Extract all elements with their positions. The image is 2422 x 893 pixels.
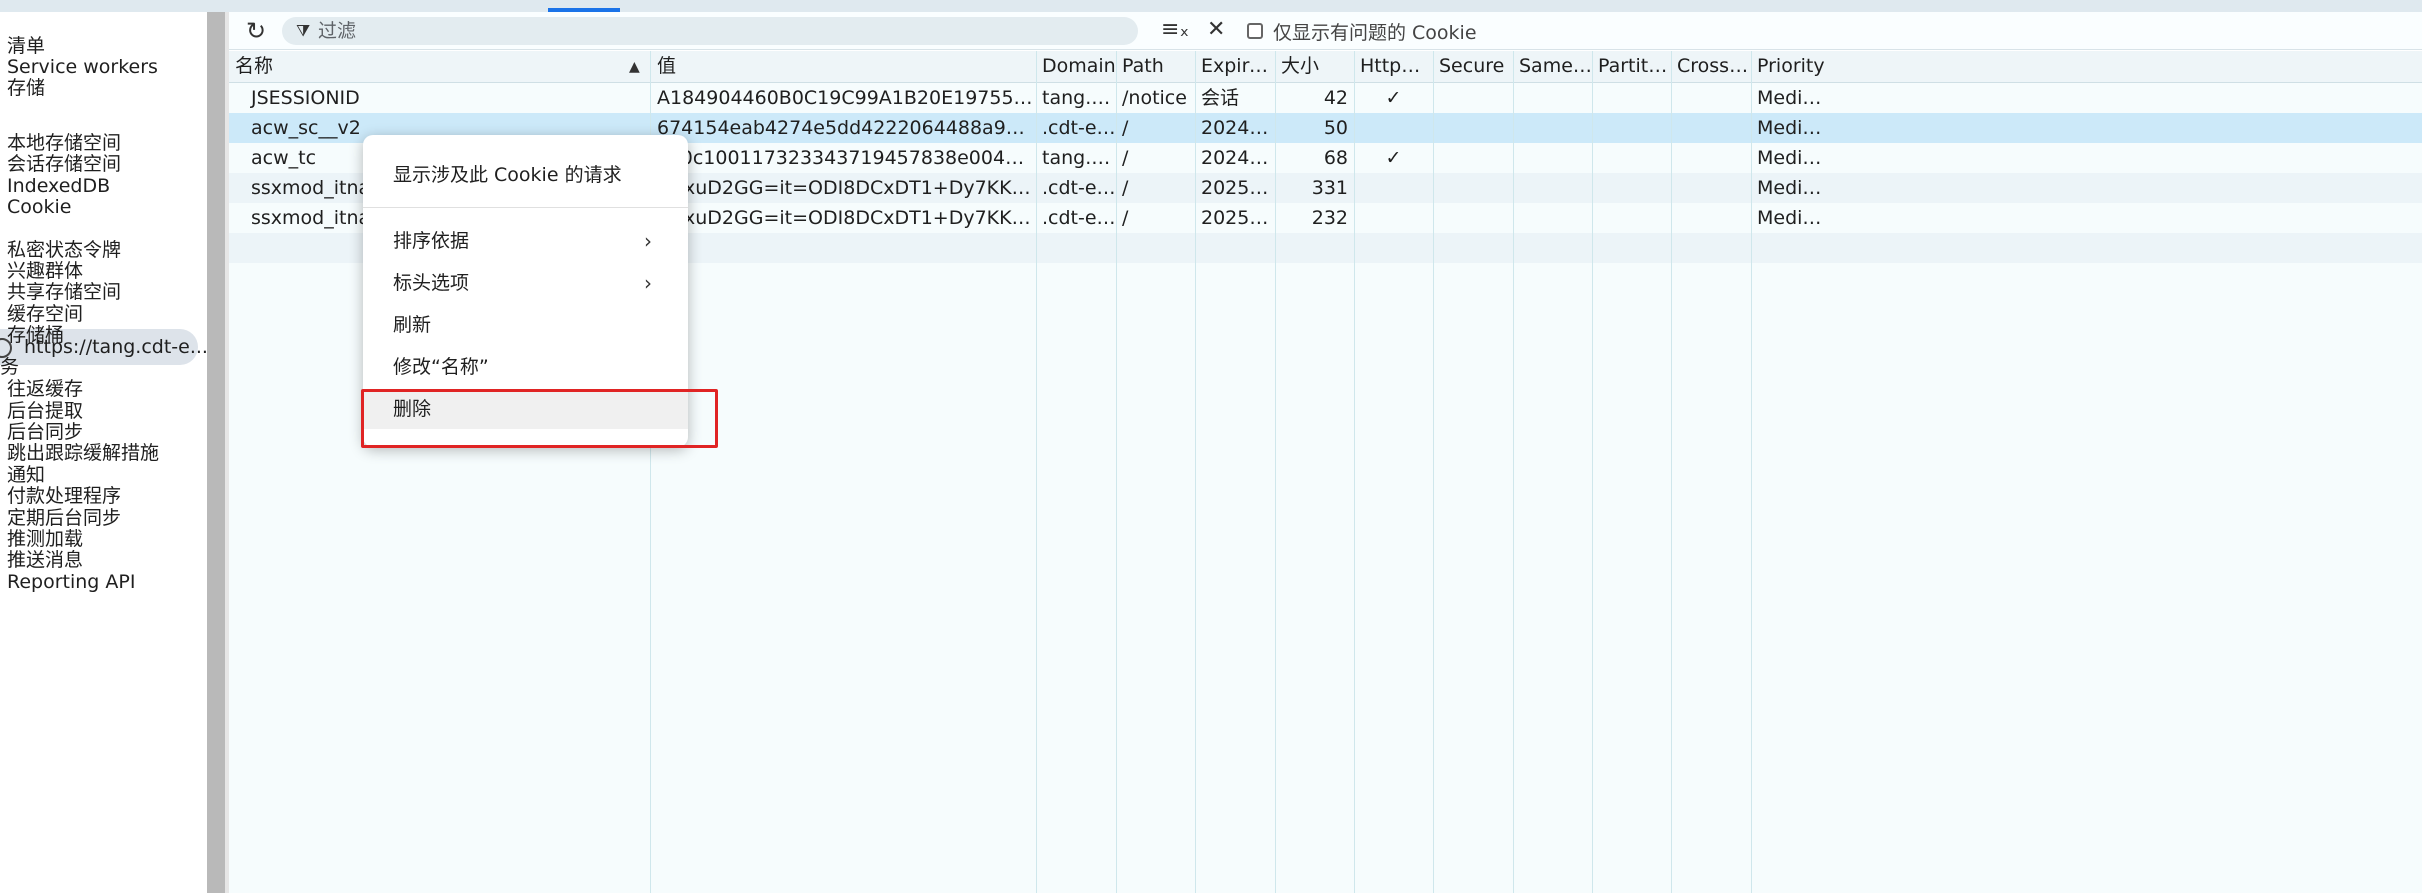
- menu-item-refresh[interactable]: 刷新: [363, 305, 688, 345]
- cell-size: 42: [1323, 87, 1348, 109]
- column-header-cross-site[interactable]: Cross Site: [1671, 51, 1751, 81]
- sidebar-item-reporting-api[interactable]: Reporting API: [7, 568, 135, 596]
- column-header-domain[interactable]: Domain: [1036, 51, 1116, 81]
- cell-priority: Medium: [1757, 117, 1831, 139]
- only-issues-label: 仅显示有问题的 Cookie: [1273, 21, 1477, 44]
- delete-highlight-box: [361, 389, 718, 448]
- cell-path: /: [1122, 147, 1129, 169]
- cell-httponly: ✓: [1385, 147, 1402, 169]
- cell-httponly: [1354, 203, 1433, 233]
- cell-path: /: [1122, 117, 1129, 139]
- cell-httponly: [1354, 173, 1433, 203]
- filter-input[interactable]: [318, 19, 1118, 43]
- sidebar-item-storage-buckets[interactable]: 存储桶: [7, 321, 64, 349]
- cell-path: /notice: [1122, 87, 1187, 109]
- menu-item-show-requests[interactable]: 显示涉及此 Cookie 的请求: [363, 155, 688, 195]
- menu-item-header-options[interactable]: 标头选项 ›: [363, 263, 688, 303]
- sort-ascending-icon: ▲: [629, 59, 640, 75]
- cell-expires: 2024-11-2...: [1201, 147, 1275, 169]
- menu-item-sort-by-label: 排序依据: [393, 230, 470, 252]
- table-row[interactable]: JSESSIONID A184904460B0C19C99A1B20E19755…: [229, 83, 2422, 113]
- sidebar-item-storage[interactable]: 存储: [7, 74, 45, 102]
- cell-domain: .cdt-ec.com: [1042, 177, 1116, 199]
- cell-domain: .cdt-ec.com: [1042, 117, 1116, 139]
- column-header-priority[interactable]: Priority: [1751, 51, 1831, 81]
- cell-value: A184904460B0C19C99A1B20E19755B70: [657, 87, 1036, 109]
- cell-size: 68: [1323, 147, 1348, 169]
- cell-priority: Medium: [1757, 177, 1831, 199]
- cell-domain: tang.cdt-e...: [1042, 147, 1116, 169]
- cell-expires: 会话: [1201, 87, 1240, 109]
- cell-priority: Medium: [1757, 147, 1831, 169]
- cell-httponly: ✓: [1385, 87, 1402, 109]
- only-issues-checkbox[interactable]: [1247, 23, 1263, 39]
- top-tab-strip: [0, 0, 2422, 12]
- cell-path: /: [1122, 177, 1129, 199]
- table-header-row: 名称 ▲ 值 Domain Path Expires / ... 大小 Http…: [229, 51, 2422, 83]
- column-header-path[interactable]: Path: [1116, 51, 1195, 81]
- column-header-value[interactable]: 值: [651, 51, 1036, 81]
- column-header-name[interactable]: 名称: [229, 51, 649, 81]
- cell-value: QqxuD2GG=it=ODI8DCxDT1+Dy7KKKDnDGq24xReY…: [657, 207, 1036, 229]
- chevron-right-icon: ›: [644, 229, 652, 253]
- cell-size: 331: [1311, 177, 1348, 199]
- column-header-samesite[interactable]: SameSite: [1513, 51, 1592, 81]
- refresh-icon[interactable]: ↻: [243, 18, 269, 44]
- cell-domain: .cdt-ec.com: [1042, 207, 1116, 229]
- cell-domain: tang.cdt-e...: [1042, 87, 1116, 109]
- cell-priority: Medium: [1757, 207, 1831, 229]
- cell-name: JSESSIONID: [251, 87, 360, 109]
- cell-expires: 2025-05-2...: [1201, 207, 1275, 229]
- menu-item-edit-name[interactable]: 修改“名称”: [363, 347, 688, 387]
- sidebar-splitter[interactable]: [207, 12, 229, 893]
- cell-value: 1a0c100117323343719457838e004315b17ef196…: [657, 147, 1036, 169]
- clear-all-cookies-icon[interactable]: ✕: [1207, 16, 1225, 44]
- filter-box[interactable]: ⧩: [282, 17, 1138, 45]
- cell-value: 674154eab4274e5dd4222064488a91f5d96b3796: [657, 117, 1036, 139]
- filter-icon: ⧩: [296, 21, 311, 40]
- menu-separator: [363, 207, 688, 208]
- cell-path: /: [1122, 207, 1129, 229]
- cookie-toolbar: ↻ ⧩ ≡ₓ ✕ 仅显示有问题的 Cookie: [229, 12, 2422, 50]
- cell-httponly: [1354, 113, 1433, 143]
- column-header-partition-key[interactable]: Partition K...: [1592, 51, 1671, 81]
- cell-expires: 2025-05-2...: [1201, 177, 1275, 199]
- cell-value: QqxuD2GG=it=ODI8DCxDT1+Dy7KKKDnDGq24xReA…: [657, 177, 1036, 199]
- menu-item-header-options-label: 标头选项: [393, 272, 470, 294]
- column-header-size[interactable]: 大小: [1275, 51, 1354, 81]
- cell-size: 50: [1323, 117, 1348, 139]
- column-header-expires[interactable]: Expires / ...: [1195, 51, 1275, 81]
- chevron-right-icon: ›: [644, 271, 652, 295]
- only-issues-toggle[interactable]: 仅显示有问题的 Cookie: [1247, 16, 1477, 46]
- cell-expires: 2024-11-2...: [1201, 117, 1275, 139]
- column-header-secure[interactable]: Secure: [1433, 51, 1513, 81]
- application-sidebar: 清单 Service workers 存储 本地存储空间 会话存储空间 Inde…: [0, 12, 207, 893]
- column-header-httponly[interactable]: HttpOnly: [1354, 51, 1433, 81]
- cell-priority: Medium: [1757, 87, 1831, 109]
- menu-item-sort-by[interactable]: 排序依据 ›: [363, 221, 688, 261]
- clear-filtered-cookies-icon[interactable]: ≡ₓ: [1161, 16, 1189, 44]
- sidebar-item-cookies[interactable]: Cookie: [7, 193, 72, 221]
- cell-size: 232: [1311, 207, 1348, 229]
